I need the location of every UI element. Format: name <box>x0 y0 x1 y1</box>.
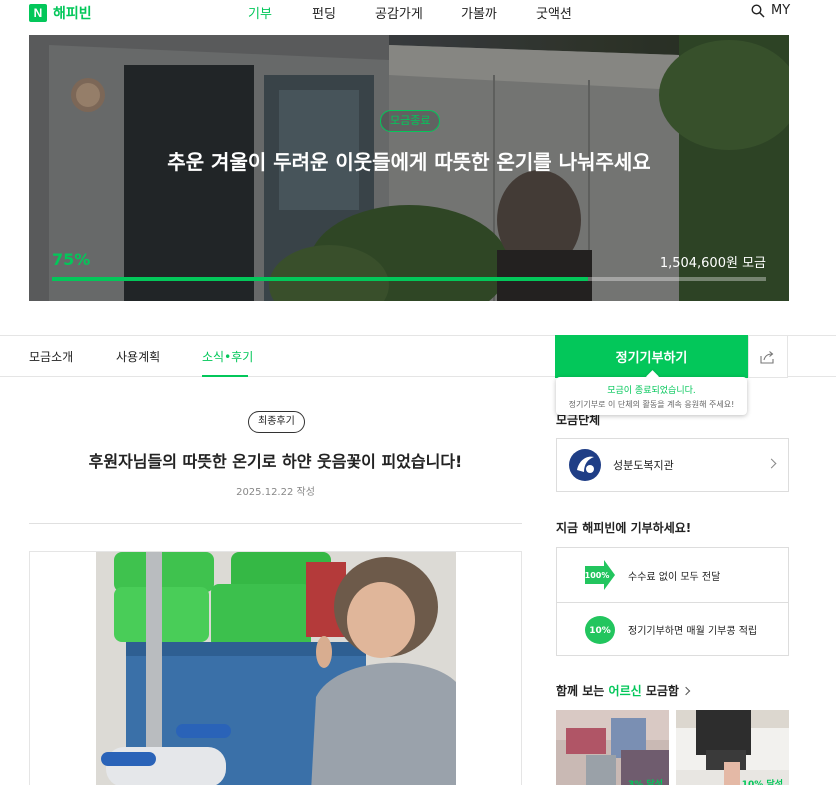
hero-banner: 모금종료 추운 겨울이 두려운 이웃들에게 따뜻한 온기를 나눠주세요 75% … <box>29 35 789 301</box>
review-category-badge: 최종후기 <box>248 411 305 433</box>
campaign-ended-tooltip: 모금이 종료되었습니다. 정기기부로 이 단체의 활동을 계속 응원해 주세요! <box>556 377 747 415</box>
tab-introduction[interactable]: 모금소개 <box>29 348 73 365</box>
svg-text:10%: 10% <box>589 626 611 636</box>
related-campaigns-heading[interactable]: 함께 보는 어르신 모금함 <box>556 682 691 699</box>
nav-item-empathy-store[interactable]: 공감가게 <box>375 3 423 22</box>
benefit-no-fee: 100% 수수료 없이 모두 전달 <box>557 548 788 602</box>
content-tabs: 모금소개 사용계획 소식•후기 정기기부하기 <box>0 335 836 378</box>
bean-ten-percent-icon: 10% <box>585 615 615 644</box>
organization-card[interactable]: 성분도복지관 <box>556 438 789 492</box>
top-navigation-bar: N 해피빈 기부 펀딩 공감가게 가볼까 굿액션 MY <box>0 0 836 24</box>
chevron-right-icon <box>681 686 691 695</box>
related-campaign-rate: 10% 달성 <box>741 780 783 785</box>
related-heading-highlight: 어르신 <box>608 684 642 698</box>
divider <box>29 523 522 524</box>
elderly-woman-photo <box>96 552 456 785</box>
nav-item-good-action[interactable]: 굿액션 <box>536 3 572 22</box>
related-campaign-thumbnail <box>556 710 669 785</box>
related-heading-suffix: 모금함 <box>645 684 679 698</box>
related-campaign-card[interactable]: 3% 달성 <box>556 710 669 785</box>
chevron-right-icon <box>766 458 777 469</box>
nav-item-lets-go[interactable]: 가볼까 <box>461 3 497 22</box>
tooltip-main-text: 모금이 종료되었습니다. <box>607 386 696 396</box>
donation-benefits-box: 100% 수수료 없이 모두 전달 10% 정기기부하면 매월 기부콩 적립 <box>556 547 789 656</box>
tab-news-reviews[interactable]: 소식•후기 <box>202 348 253 365</box>
search-icon[interactable] <box>751 4 765 18</box>
progress-bar <box>52 277 766 281</box>
article-photo-frame <box>29 551 522 785</box>
tooltip-sub-text: 정기기부로 이 단체의 활동을 계속 응원해 주세요! <box>568 400 735 409</box>
related-campaign-card[interactable]: 10% 달성 <box>676 710 789 785</box>
nav-item-donate[interactable]: 기부 <box>248 3 272 22</box>
benefit-monthly-bean-text: 정기기부하면 매월 기부콩 적립 <box>628 626 758 637</box>
nav-item-funding[interactable]: 펀딩 <box>312 3 336 22</box>
organization-logo-icon <box>569 449 601 481</box>
related-campaign-rate: 3% 달성 <box>628 780 663 785</box>
organization-name: 성분도복지관 <box>613 459 674 472</box>
main-nav: 기부 펀딩 공감가게 가볼까 굿액션 <box>0 3 836 22</box>
svg-text:100%: 100% <box>585 571 610 580</box>
article-photo <box>96 552 456 785</box>
my-page-link[interactable]: MY <box>771 3 790 18</box>
tab-usage-plan[interactable]: 사용계획 <box>116 348 160 365</box>
campaign-title: 추운 겨울이 두려운 이웃들에게 따뜻한 온기를 나눠주세요 <box>167 150 651 174</box>
donate-now-heading: 지금 해피빈에 기부하세요! <box>556 521 692 535</box>
campaign-ended-badge: 모금종료 <box>380 110 441 132</box>
article-title: 후원자님들의 따뜻한 온기로 하얀 웃음꽃이 피었습니다! <box>88 452 463 471</box>
benefit-no-fee-text: 수수료 없이 모두 전달 <box>628 571 721 583</box>
share-icon <box>760 350 774 364</box>
share-button[interactable] <box>748 335 788 378</box>
hundred-percent-arrow-icon: 100% <box>585 560 615 590</box>
benefit-monthly-bean: 10% 정기기부하면 매월 기부콩 적립 <box>557 602 788 656</box>
raised-amount: 1,504,600원 모금 <box>659 256 766 271</box>
active-tab-indicator <box>202 375 248 377</box>
related-heading-prefix: 함께 보는 <box>556 684 605 698</box>
progress-bar-fill <box>52 277 588 281</box>
progress-percent: 75% <box>52 250 91 269</box>
article-date: 2025.12.22 작성 <box>236 487 315 498</box>
related-campaign-thumbnail <box>676 710 789 785</box>
